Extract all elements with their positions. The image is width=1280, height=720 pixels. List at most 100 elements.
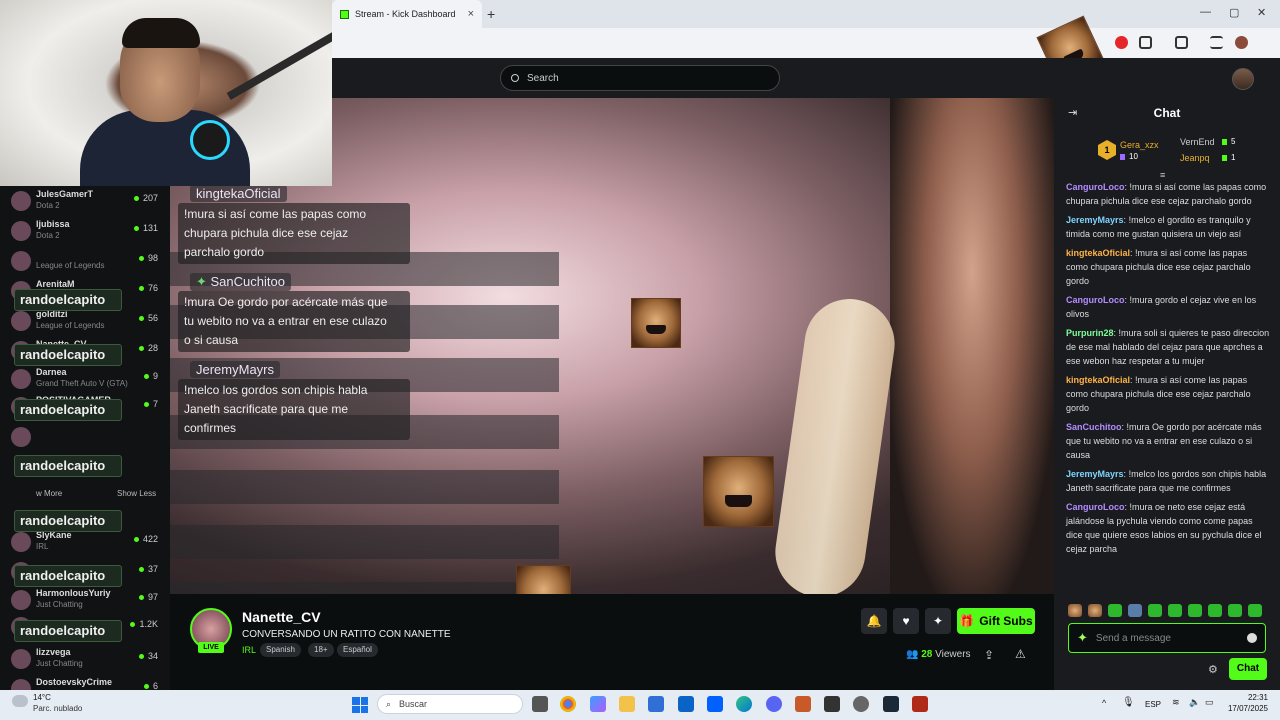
emote-icon[interactable]	[1108, 604, 1122, 617]
emote-icon[interactable]	[1188, 604, 1202, 617]
taskbar-search[interactable]: ⌕ Buscar	[377, 694, 523, 714]
show-less-link[interactable]: Show Less	[117, 489, 156, 498]
sidebar-channel[interactable]: ljubissa Dota 2 131	[8, 217, 162, 245]
minimize-button[interactable]: —	[1200, 6, 1211, 18]
media-icon[interactable]	[1175, 36, 1188, 49]
emote-icon[interactable]	[1248, 604, 1262, 617]
search-input[interactable]: Search	[500, 65, 780, 91]
show-more-link[interactable]: w More	[36, 489, 62, 498]
overlay-line: !melco los gordos son chipis habla	[184, 383, 368, 397]
sidebar-channel[interactable]: lizzvega Just Chatting 34	[8, 645, 162, 673]
new-tab-button[interactable]: +	[487, 6, 495, 22]
chat-username[interactable]: Purpurin28	[1066, 328, 1114, 338]
chat-username[interactable]: kingtekaOficial	[1066, 375, 1130, 385]
chat-username[interactable]: JeremyMayrs	[1066, 469, 1124, 479]
stream-category[interactable]: IRL	[242, 645, 256, 655]
wifi-icon[interactable]: ≋	[1172, 697, 1180, 708]
overlay-line: confirmes	[184, 421, 237, 435]
steam-icon[interactable]	[883, 696, 899, 712]
sidebar-channel[interactable]: JulesGamerT Dota 2 207	[8, 187, 162, 215]
app-icon[interactable]	[912, 696, 928, 712]
app-icon[interactable]	[824, 696, 840, 712]
overlay-username-badge: randoelcapito	[14, 399, 122, 421]
emote-icon[interactable]	[1148, 604, 1162, 617]
windows-start-icon[interactable]	[352, 697, 368, 713]
gift-subs-button[interactable]: 🎁 Gift Subs	[957, 608, 1035, 634]
streamer-name[interactable]: Nanette_CV	[242, 609, 321, 625]
tray-chevron-icon[interactable]: ^	[1102, 698, 1106, 708]
webcam-hair	[122, 18, 200, 48]
report-warning-icon[interactable]: ⚠	[1015, 647, 1026, 661]
sidebar-channel[interactable]: golditzi League of Legends 56	[8, 307, 162, 335]
chat-username[interactable]: CanguroLoco	[1066, 502, 1125, 512]
chat-username[interactable]: SanCuchitoo	[1066, 422, 1122, 432]
volume-icon[interactable]: 🔈	[1189, 697, 1200, 708]
emote-icon[interactable]	[1068, 604, 1082, 617]
channel-avatar	[11, 311, 31, 331]
outlook-icon[interactable]	[678, 696, 694, 712]
weather-temperature[interactable]: 14°C	[33, 693, 51, 702]
close-tab-icon[interactable]: ×	[468, 8, 474, 20]
sidebar-channel[interactable]: Darnea Grand Theft Auto V (GTA) 9	[8, 365, 162, 393]
opera-extension-icon[interactable]	[1115, 36, 1128, 49]
stream-tag[interactable]: 18+	[308, 643, 334, 657]
file-explorer-icon[interactable]	[619, 696, 635, 712]
chat-settings-gear-icon[interactable]: ⚙	[1208, 663, 1218, 676]
viewer-count: 422	[134, 534, 158, 544]
browser-tab[interactable]: Stream - Kick Dashboard ×	[332, 0, 482, 28]
sidebar-channel[interactable]: League of Legends 98	[8, 247, 162, 275]
maximize-button[interactable]: ▢	[1229, 6, 1239, 19]
share-icon[interactable]: ⇪	[984, 648, 994, 662]
leaderboard-user[interactable]: VernEnd	[1180, 137, 1215, 147]
sparkle-icon[interactable]: ✦	[1077, 630, 1088, 646]
emote-icon[interactable]	[1208, 604, 1222, 617]
menu-list-icon[interactable]	[1210, 36, 1223, 49]
battery-icon[interactable]: ▭	[1205, 697, 1214, 708]
expand-leaderboard-icon[interactable]: ≡	[1160, 170, 1165, 180]
follow-heart-icon[interactable]: ♥	[893, 608, 919, 634]
sidebar-channel[interactable]	[8, 423, 162, 451]
channel-avatar	[11, 221, 31, 241]
clip-sparkle-icon[interactable]: ✦	[925, 608, 951, 634]
app-icon[interactable]	[853, 696, 869, 712]
chat-username[interactable]: CanguroLoco	[1066, 182, 1125, 192]
emoji-picker-icon[interactable]	[1247, 633, 1257, 643]
clock-date[interactable]: 17/07/2025	[1222, 704, 1268, 713]
emote-icon[interactable]	[1088, 604, 1102, 617]
stream-tag[interactable]: Spanish	[260, 643, 301, 657]
chat-username[interactable]: JeremyMayrs	[1066, 215, 1124, 225]
task-view-icon[interactable]	[532, 696, 548, 712]
emote-icon[interactable]	[1128, 604, 1142, 617]
chat-username[interactable]: kingtekaOficial	[1066, 248, 1130, 258]
discord-icon[interactable]	[766, 696, 782, 712]
store-icon[interactable]	[648, 696, 664, 712]
input-language[interactable]: ESP	[1145, 700, 1161, 709]
leaderboard-user[interactable]: Gera_xzx	[1120, 140, 1159, 150]
stream-tag[interactable]: Español	[337, 643, 378, 657]
user-avatar[interactable]	[1232, 68, 1254, 90]
chrome-icon[interactable]	[560, 696, 576, 712]
dropbox-icon[interactable]	[707, 696, 723, 712]
close-window-button[interactable]: ✕	[1257, 6, 1266, 19]
obs-app-icon[interactable]	[795, 696, 811, 712]
edge-icon[interactable]	[736, 696, 752, 712]
clock-time[interactable]: 22:31	[1222, 693, 1268, 702]
sidebar-channel[interactable]: HarmonlousYuriy Just Chatting 97	[8, 586, 162, 614]
emote-icon[interactable]	[1228, 604, 1242, 617]
weather-description[interactable]: Parc. nublado	[33, 704, 82, 713]
chat-username[interactable]: CanguroLoco	[1066, 295, 1125, 305]
copilot-icon[interactable]	[590, 696, 606, 712]
chat-input[interactable]: ✦ Send a message	[1068, 623, 1266, 653]
microphone-icon[interactable]: 🎙	[1122, 697, 1135, 708]
weather-cloud-icon[interactable]	[12, 695, 28, 707]
extensions-icon[interactable]	[1139, 36, 1152, 49]
viewer-count: 97	[139, 592, 158, 602]
send-chat-button[interactable]: Chat	[1229, 658, 1267, 680]
profile-icon[interactable]	[1235, 36, 1248, 49]
notification-bell-icon[interactable]: 🔔	[861, 608, 887, 634]
channel-category: Dota 2	[36, 231, 60, 240]
video-person	[890, 98, 1054, 594]
emote-icon[interactable]	[1168, 604, 1182, 617]
sidebar-channel[interactable]: SlyKane IRL 422	[8, 528, 162, 556]
leaderboard-user[interactable]: Jeanpq	[1180, 153, 1210, 163]
